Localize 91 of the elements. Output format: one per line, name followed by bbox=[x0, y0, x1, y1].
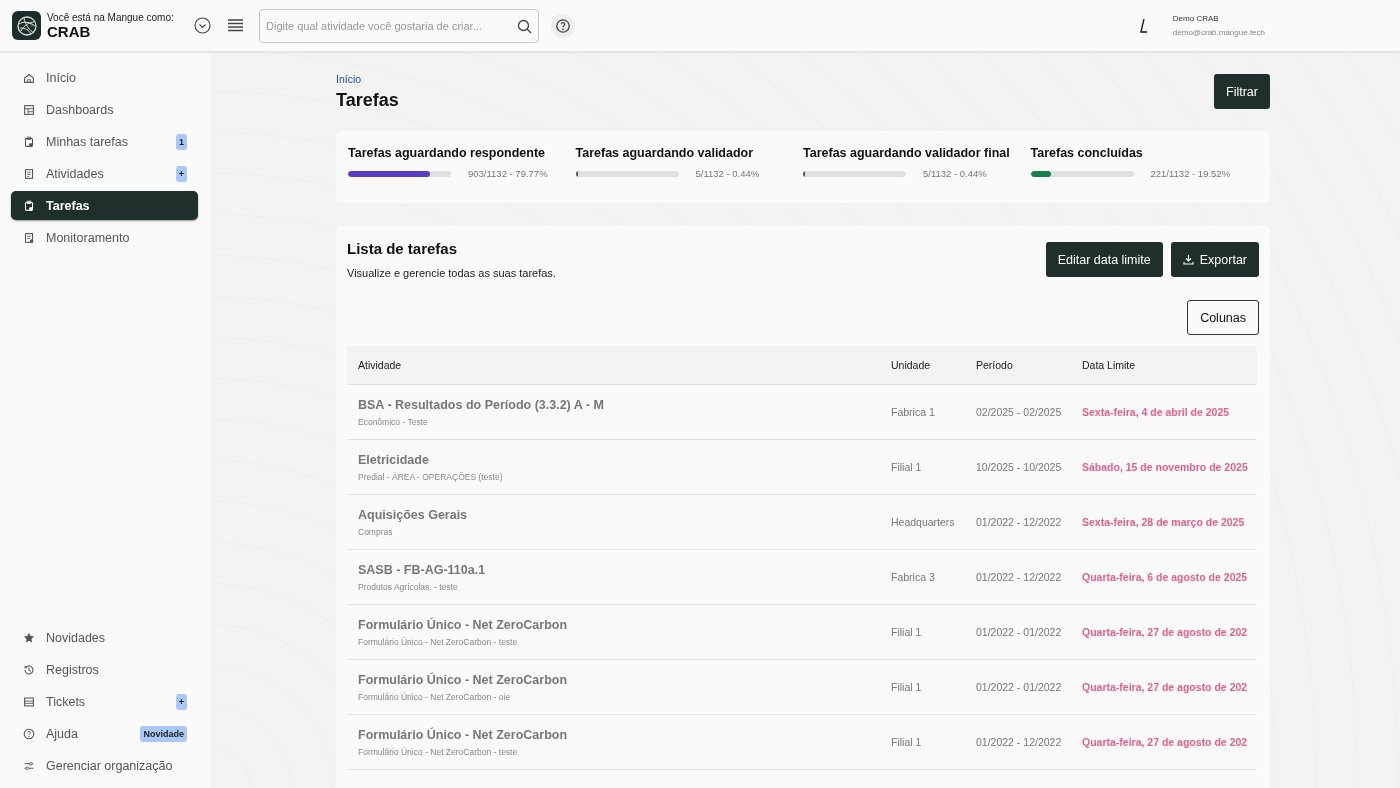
stat-title: Tarefas aguardando validador final bbox=[803, 146, 1011, 160]
activity-detail: Econômico - Teste bbox=[358, 416, 428, 427]
activity-detail: Formulário Único - Net ZeroCarbon - oie bbox=[358, 691, 511, 702]
stat-reading: 903/1132 - 79.77% bbox=[468, 168, 548, 179]
table-cell: 01/2022 - 01/2022 bbox=[976, 626, 1062, 638]
activity-name[interactable]: Formulário Único - Net ZeroCarbon bbox=[358, 672, 568, 687]
sidebar-badge: + bbox=[175, 165, 187, 182]
chevron-down-icon[interactable] bbox=[194, 17, 211, 34]
table-cell: Filial 1 bbox=[891, 626, 922, 638]
sidebar-badge: 1 bbox=[176, 133, 187, 150]
column-header: Período bbox=[976, 346, 1082, 385]
sidebar-item[interactable]: Tickets + bbox=[11, 687, 198, 716]
sidebar-item[interactable]: Início bbox=[11, 63, 198, 92]
deadline-date: Sexta-feira, 4 de abril de 2025 bbox=[1082, 406, 1230, 418]
organization-logo bbox=[12, 11, 41, 40]
sidebar-badge: Novidade bbox=[140, 725, 187, 742]
deadline-date: Quarta-feira, 27 de agosto de 202 bbox=[1082, 626, 1248, 638]
dashboard-icon bbox=[22, 102, 36, 117]
table-cell: 01/2022 - 12/2022 bbox=[976, 571, 1062, 583]
ticket-icon bbox=[22, 694, 36, 709]
org-caption: Você está na Mangue como: bbox=[47, 11, 175, 23]
sidebar-item[interactable]: Monitoramento bbox=[11, 223, 198, 252]
activity-name[interactable]: Formulário Único - Net ZeroCarbon bbox=[358, 727, 568, 742]
search-field[interactable]: Digite qual atividade você gostaria de criar... bbox=[259, 8, 539, 43]
stat-title: Tarefas concluídas bbox=[1030, 146, 1144, 160]
activity-name[interactable]: BSA - Resultados do Período (3.3.2) A - M bbox=[358, 397, 604, 412]
sidebar-item[interactable]: Minhas tarefas 1 bbox=[11, 127, 198, 156]
table-cell: 01/2022 - 12/2022 bbox=[976, 516, 1062, 528]
activity-name[interactable]: Formulário Único - Net ZeroCarbon bbox=[358, 617, 568, 632]
table-cell: 01/2022 - 01/2022 bbox=[976, 681, 1062, 693]
activity-name[interactable]: SASB - FB-AG-110a.1 bbox=[358, 562, 486, 577]
table-cell: 01/2022 - 12/2022 bbox=[976, 736, 1062, 748]
deadline-date: Quarta-feira, 27 de agosto de 202 bbox=[1082, 681, 1248, 693]
document-icon bbox=[22, 230, 36, 245]
edit-deadline-button[interactable]: Editar data limite bbox=[1045, 242, 1163, 277]
clipboard-icon bbox=[22, 198, 36, 213]
help-icon bbox=[22, 726, 36, 741]
table-cell: Fabrica 3 bbox=[891, 571, 935, 583]
document-icon bbox=[22, 166, 36, 181]
sidebar-item[interactable]: Atividades + bbox=[11, 159, 198, 188]
download-icon bbox=[1182, 254, 1194, 265]
stat-title: Tarefas aguardando respondente bbox=[348, 146, 547, 160]
sidebar-item[interactable]: Tarefas bbox=[11, 191, 198, 220]
sidebar-badge: + bbox=[175, 693, 187, 710]
activity-detail: Formulário Único - Net ZeroCarbon - teste bbox=[358, 636, 518, 647]
deadline-date: Sábado, 15 de novembro de 2025 bbox=[1082, 461, 1248, 473]
activity-detail: Compras bbox=[358, 526, 393, 537]
table-cell: Fabrica 1 bbox=[891, 406, 935, 418]
clipboard-icon bbox=[22, 134, 36, 149]
activity-name[interactable]: Eletricidade bbox=[358, 452, 429, 467]
activity-name[interactable]: Aquisições Gerais bbox=[358, 507, 468, 522]
export-button[interactable]: Exportar bbox=[1170, 242, 1259, 277]
column-header: Atividade bbox=[347, 346, 891, 385]
sidebar-item[interactable]: Registros bbox=[11, 655, 198, 684]
breadcrumb-link[interactable]: Início bbox=[336, 73, 399, 85]
table-cell: 10/2025 - 10/2025 bbox=[976, 461, 1062, 473]
search-icon[interactable] bbox=[517, 18, 532, 34]
sidebar-item[interactable]: Gerenciar organização bbox=[11, 751, 198, 780]
table-cell: 02/2025 - 02/2025 bbox=[976, 406, 1062, 418]
history-icon bbox=[22, 662, 36, 677]
list-subtitle: Visualize e gerencie todas as suas tarefas. bbox=[347, 267, 556, 279]
activity-detail: Formulário Único - Net ZeroCarbon - teste bbox=[358, 746, 518, 757]
help-icon bbox=[554, 16, 572, 35]
columns-button[interactable]: Colunas bbox=[1187, 300, 1259, 335]
deadline-date: Quarta-feira, 6 de agosto de 2025 bbox=[1082, 571, 1248, 583]
avatar-icon[interactable] bbox=[1138, 17, 1149, 34]
table-cell: Headquarters bbox=[891, 516, 955, 528]
stat-reading: 221/1132 - 19.52% bbox=[1150, 168, 1231, 179]
table-cell: Filial 1 bbox=[891, 461, 922, 473]
activity-detail: Produtos Agrícolas. - teste bbox=[358, 581, 458, 592]
page-title: Tarefas bbox=[336, 90, 399, 111]
list-title: Lista de tarefas bbox=[347, 240, 459, 257]
menu-icon[interactable] bbox=[228, 19, 243, 32]
sidebar-item[interactable]: Ajuda Novidade bbox=[11, 719, 198, 748]
user-name: Demo CRAB bbox=[1172, 14, 1220, 23]
sidebar-item[interactable]: Dashboards bbox=[11, 95, 198, 124]
column-header: Unidade bbox=[891, 346, 976, 385]
stat-reading: 5/1132 - 0.44% bbox=[923, 168, 987, 179]
table-cell: Filial 1 bbox=[891, 736, 922, 748]
stat-title: Tarefas aguardando validador bbox=[575, 146, 755, 160]
activity-detail: Predial - ÁREA - OPERAÇÕES (teste) bbox=[358, 471, 503, 482]
deadline-date: Sexta-feira, 28 de março de 2025 bbox=[1082, 516, 1245, 528]
org-name: CRAB bbox=[47, 22, 92, 40]
table-cell: Filial 1 bbox=[891, 681, 922, 693]
column-header: Data Limite bbox=[1082, 346, 1257, 385]
help-button[interactable] bbox=[551, 13, 575, 38]
user-email: demo@crab.mangue.tech bbox=[1172, 28, 1265, 37]
deadline-date: Quarta-feira, 27 de agosto de 202 bbox=[1082, 736, 1248, 748]
filter-button[interactable]: Filtrar bbox=[1214, 74, 1270, 109]
sidebar-item[interactable]: Novidades bbox=[11, 623, 198, 652]
stat-reading: 5/1132 - 0.44% bbox=[695, 168, 760, 179]
